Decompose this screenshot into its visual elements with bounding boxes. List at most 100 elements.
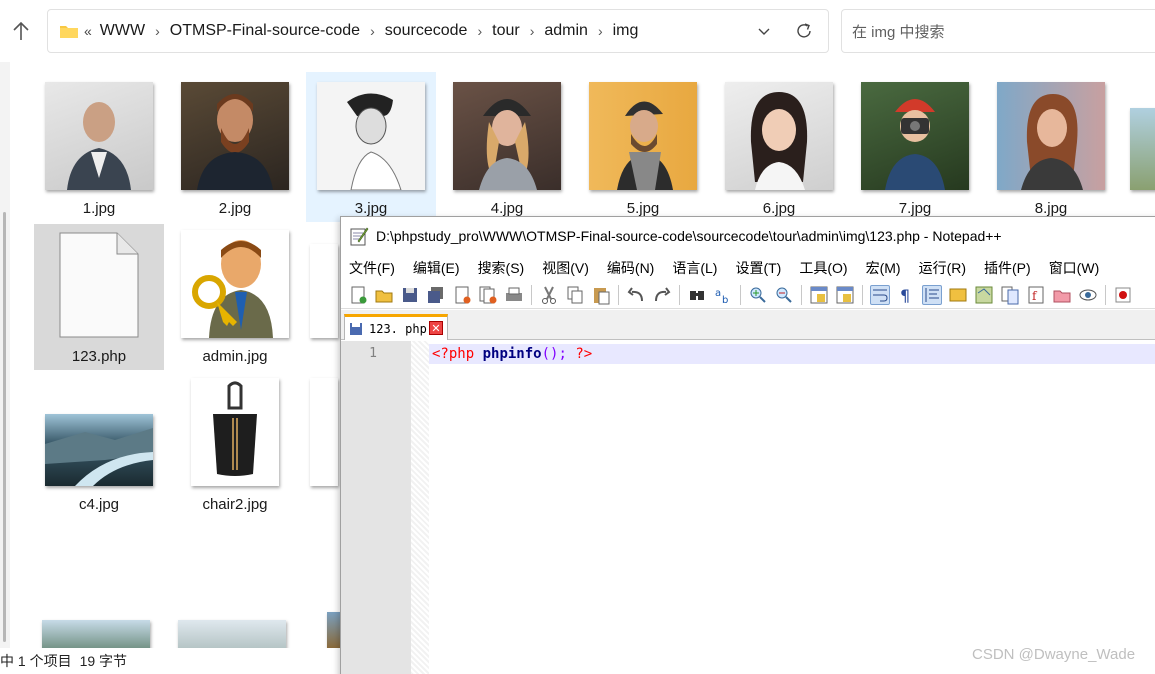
up-arrow-icon — [13, 21, 29, 40]
file-tile[interactable] — [306, 372, 342, 518]
paste-icon[interactable] — [591, 285, 611, 305]
find-icon[interactable] — [687, 285, 707, 305]
undo-icon[interactable] — [626, 285, 646, 305]
breadcrumb-tour[interactable]: tour — [492, 22, 520, 40]
chevron-right-icon[interactable]: › — [155, 23, 160, 39]
show-all-chars-icon[interactable]: ¶ — [896, 285, 916, 305]
menu-tools[interactable]: 工具(O) — [799, 258, 847, 278]
sync-vertical-icon[interactable] — [809, 285, 829, 305]
file-name: 2.jpg — [218, 200, 252, 217]
file-tile[interactable] — [306, 224, 342, 370]
code-line[interactable]: <?php phpinfo(); ?> — [432, 346, 592, 362]
menu-window[interactable]: 窗口(W) — [1049, 258, 1100, 278]
menu-search[interactable]: 搜索(S) — [478, 258, 525, 278]
chevron-right-icon[interactable]: › — [530, 23, 535, 39]
notepad-titlebar[interactable]: D:\phpstudy_pro\WWW\OTMSP-Final-source-c… — [341, 217, 1155, 255]
file-tile[interactable]: 7.jpg — [850, 72, 980, 222]
toolbar-separator — [531, 284, 532, 305]
file-tile[interactable]: 1.jpg — [34, 72, 164, 222]
refresh-icon[interactable] — [794, 21, 814, 41]
sync-horizontal-icon[interactable] — [835, 285, 855, 305]
image-thumbnail — [725, 82, 833, 190]
chevron-down-icon[interactable] — [756, 23, 772, 39]
menu-view[interactable]: 视图(V) — [542, 258, 589, 278]
file-name: 4.jpg — [490, 200, 524, 217]
toolbar-separator — [801, 284, 802, 305]
php-parens: () — [541, 346, 559, 362]
editor-area[interactable]: 1 <?php phpinfo(); ?> — [341, 341, 1155, 674]
menu-run[interactable]: 运行(R) — [919, 258, 966, 278]
folder-workspace-icon[interactable] — [1052, 285, 1072, 305]
image-thumbnail — [453, 82, 561, 190]
new-file-icon[interactable] — [348, 285, 368, 305]
function-list-icon[interactable]: f — [1026, 285, 1046, 305]
breadcrumb-www[interactable]: WWW — [100, 22, 145, 40]
file-name: c4.jpg — [78, 496, 120, 513]
redo-icon[interactable] — [652, 285, 672, 305]
image-thumbnail — [589, 82, 697, 190]
menu-encoding[interactable]: 编码(N) — [607, 258, 654, 278]
word-wrap-icon[interactable] — [870, 284, 890, 305]
menu-plugins[interactable]: 插件(P) — [984, 258, 1031, 278]
up-arrow-button[interactable] — [8, 18, 34, 44]
breadcrumb-sourcecode[interactable]: sourcecode — [385, 22, 468, 40]
cut-icon[interactable] — [539, 285, 559, 305]
file-name: 5.jpg — [626, 200, 660, 217]
breadcrumb-admin[interactable]: admin — [544, 22, 588, 40]
user-language-icon[interactable] — [948, 285, 968, 305]
menu-file[interactable]: 文件(F) — [349, 258, 395, 278]
save-all-icon[interactable] — [426, 285, 446, 305]
address-bar[interactable]: « WWW › OTMSP-Final-source-code › source… — [47, 9, 829, 53]
file-tile[interactable]: 3.jpg — [306, 72, 436, 222]
chevron-right-icon[interactable]: › — [598, 23, 603, 39]
chevron-right-icon[interactable]: › — [477, 23, 482, 39]
toolbar-separator — [679, 284, 680, 305]
file-name: 1.jpg — [82, 200, 116, 217]
search-input[interactable]: 在 img 中搜索 — [841, 9, 1155, 53]
file-tile-selected[interactable]: 123.php — [34, 224, 164, 370]
php-function: phpinfo — [482, 346, 542, 362]
breadcrumb-img[interactable]: img — [613, 22, 639, 40]
doc-list-icon[interactable] — [1000, 285, 1020, 305]
replace-icon[interactable]: ab — [713, 285, 733, 306]
scrollbar[interactable] — [3, 212, 6, 642]
breadcrumb-otmsp[interactable]: OTMSP-Final-source-code — [170, 22, 360, 40]
indent-guide-icon[interactable] — [922, 284, 942, 305]
menu-settings[interactable]: 设置(T) — [735, 258, 781, 278]
file-tile[interactable]: chair2.jpg — [170, 372, 300, 518]
line-number-gutter: 1 — [341, 341, 411, 674]
file-tile[interactable]: 4.jpg — [442, 72, 572, 222]
file-tile[interactable]: admin.jpg — [170, 224, 300, 370]
menu-macro[interactable]: 宏(M) — [866, 258, 901, 278]
document-icon — [59, 232, 139, 338]
notepad-menubar: 文件(F) 编辑(E) 搜索(S) 视图(V) 编码(N) 语言(L) 设置(T… — [341, 255, 1155, 281]
chevron-right-icon[interactable]: › — [370, 23, 375, 39]
monitoring-icon[interactable] — [1078, 285, 1098, 305]
watermark: CSDN @Dwayne_Wade — [972, 646, 1136, 663]
zoom-out-icon[interactable] — [774, 285, 794, 305]
open-folder-icon[interactable] — [374, 285, 394, 305]
file-tile[interactable]: 6.jpg — [714, 72, 844, 222]
close-file-icon[interactable] — [452, 285, 472, 305]
file-tile[interactable]: 2.jpg — [170, 72, 300, 222]
file-tile[interactable]: 5.jpg — [578, 72, 708, 222]
file-name: 123.php — [71, 348, 127, 365]
tab-123-php[interactable]: 123. php ✕ — [344, 314, 448, 340]
doc-map-icon[interactable] — [974, 285, 994, 305]
print-icon[interactable] — [504, 285, 524, 305]
file-tile[interactable] — [1122, 72, 1155, 222]
notepad-title: D:\phpstudy_pro\WWW\OTMSP-Final-source-c… — [376, 228, 1002, 244]
address-overflow[interactable]: « — [84, 23, 92, 39]
zoom-in-icon[interactable] — [748, 285, 768, 305]
copy-icon[interactable] — [565, 285, 585, 305]
menu-edit[interactable]: 编辑(E) — [413, 258, 460, 278]
file-tile[interactable]: 8.jpg — [986, 72, 1116, 222]
file-tile[interactable]: c4.jpg — [34, 372, 164, 518]
close-all-icon[interactable] — [478, 285, 498, 305]
record-macro-icon[interactable] — [1113, 285, 1133, 305]
image-thumbnail — [1130, 108, 1155, 190]
file-name: admin.jpg — [202, 348, 268, 365]
menu-language[interactable]: 语言(L) — [672, 258, 717, 278]
close-icon[interactable]: ✕ — [429, 321, 443, 335]
save-icon[interactable] — [400, 285, 420, 305]
